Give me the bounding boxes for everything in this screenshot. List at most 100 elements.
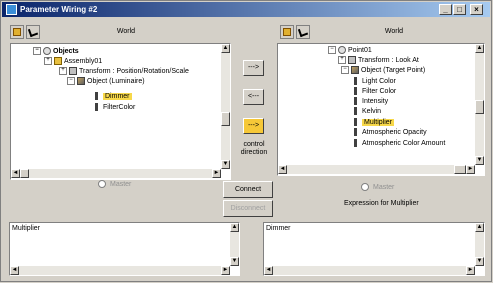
tree-node-label: Assembly01	[64, 58, 103, 65]
expand-icon[interactable]: +	[59, 67, 67, 76]
param-icon	[95, 92, 98, 101]
right-expression-text[interactable]: Dimmer	[266, 225, 291, 232]
scroll-up-icon[interactable]: ▲	[230, 223, 239, 232]
left-pick-icon[interactable]	[26, 25, 40, 39]
radio-icon	[361, 183, 369, 192]
right-pick-icon[interactable]	[296, 25, 310, 39]
left-tree-panel[interactable]: − Objects + Assembly01 + Transform : Position…	[10, 43, 231, 180]
scroll-left-icon[interactable]: ◄	[10, 266, 19, 275]
tree-node[interactable]: − Object (Luminaire)	[67, 77, 145, 87]
param-icon	[354, 118, 357, 127]
left-expression-text[interactable]: Multiplier	[12, 225, 40, 232]
left-expr-vertical-scrollbar[interactable]: ▲ ▼	[230, 223, 239, 266]
tree-node[interactable]: + Transform : Position/Rotation/Scale	[59, 67, 189, 77]
wire-left-button[interactable]: <---	[243, 89, 264, 105]
right-expr-vertical-scrollbar[interactable]: ▲ ▼	[475, 223, 484, 266]
collapse-icon[interactable]: −	[328, 46, 336, 55]
tree-node[interactable]: Filter Color	[352, 87, 396, 97]
tree-node-label: FilterColor	[103, 104, 136, 111]
minimize-button[interactable]: _	[439, 4, 452, 15]
param-icon	[354, 97, 357, 106]
tree-node-label: Atmospheric Color Amount	[362, 140, 446, 147]
left-expr-horizontal-scrollbar[interactable]: ◄ ►	[10, 266, 230, 275]
tree-node[interactable]: + Transform : Look At	[338, 56, 419, 66]
right-vertical-scrollbar[interactable]: ▲ ▼	[475, 44, 484, 165]
scroll-down-icon[interactable]: ▼	[475, 156, 484, 165]
tree-node-label: Object (Target Point)	[361, 67, 426, 74]
tree-node[interactable]: Light Color	[352, 77, 396, 87]
wire-right-button[interactable]: --->	[243, 60, 264, 76]
left-horizontal-scrollbar[interactable]: ◄ ►	[11, 169, 221, 178]
tree-node[interactable]: Multiplier	[352, 118, 395, 128]
param-icon	[95, 103, 98, 112]
tree-node[interactable]: + Assembly01	[44, 57, 102, 67]
tree-node[interactable]: − Point01	[328, 46, 372, 56]
close-button[interactable]: ×	[470, 4, 483, 15]
scroll-thumb[interactable]	[475, 100, 484, 114]
right-master-label: Master	[373, 184, 395, 191]
wire-bidirectional-button[interactable]: --->	[243, 118, 264, 134]
tree-node-label: Atmospheric Opacity	[362, 129, 427, 136]
scroll-up-icon[interactable]: ▲	[221, 44, 230, 53]
tree-node[interactable]: − Object (Target Point)	[341, 66, 425, 76]
tree-node-label: Transform : Look At	[358, 57, 419, 64]
left-world-label: World	[116, 28, 136, 35]
parameter-wiring-window: Parameter Wiring #2 _ □ × World − Objects…	[0, 0, 492, 282]
scroll-left-icon[interactable]: ◄	[264, 266, 273, 275]
tree-node-label: Objects	[53, 48, 79, 55]
tree-node-label: Object (Luminaire)	[87, 78, 145, 85]
right-master-radio[interactable]: Master	[361, 183, 394, 193]
tree-node-label: Point01	[348, 47, 372, 54]
tree-node[interactable]: Atmospheric Color Amount	[352, 139, 445, 149]
left-master-radio[interactable]: Master	[98, 180, 131, 190]
left-folder-icon[interactable]	[10, 25, 24, 39]
tree-node-label: Dimmer	[103, 93, 132, 100]
scroll-right-icon[interactable]: ►	[221, 266, 230, 275]
scroll-right-icon[interactable]: ►	[212, 169, 221, 178]
tree-node[interactable]: FilterColor	[93, 103, 135, 113]
expand-icon[interactable]: +	[338, 56, 346, 65]
right-folder-icon[interactable]	[280, 25, 294, 39]
left-expression-box[interactable]: Multiplier ▲ ▼ ◄ ►	[9, 222, 240, 276]
scroll-up-icon[interactable]: ▲	[475, 44, 484, 53]
collapse-icon[interactable]: −	[341, 66, 349, 75]
scroll-right-icon[interactable]: ►	[466, 266, 475, 275]
collapse-icon[interactable]: −	[33, 47, 41, 56]
connect-button[interactable]: Connect	[223, 181, 273, 198]
scroll-right-icon[interactable]: ►	[466, 165, 475, 174]
scroll-thumb[interactable]	[20, 169, 29, 178]
right-tree-panel[interactable]: − Point01 + Transform : Look At − Object (Tar…	[277, 43, 485, 176]
right-expr-horizontal-scrollbar[interactable]: ◄ ►	[264, 266, 475, 275]
tree-node-label: Intensity	[362, 98, 389, 105]
scroll-left-icon[interactable]: ◄	[278, 165, 287, 174]
right-expression-box[interactable]: Dimmer ▲ ▼ ◄ ►	[263, 222, 485, 276]
param-icon	[354, 77, 357, 86]
collapse-icon[interactable]: −	[67, 77, 75, 86]
scroll-down-icon[interactable]: ▼	[230, 257, 239, 266]
scroll-thumb[interactable]	[454, 165, 466, 174]
tree-node-label: Light Color	[362, 78, 396, 85]
tree-node[interactable]: Intensity	[352, 97, 388, 107]
right-horizontal-scrollbar[interactable]: ◄ ►	[278, 165, 475, 174]
scroll-down-icon[interactable]: ▼	[221, 160, 230, 169]
expand-icon[interactable]: +	[44, 57, 52, 66]
material-icon	[77, 77, 85, 86]
tree-node[interactable]: Kelvin	[352, 107, 381, 117]
group-icon	[54, 57, 62, 66]
tree-node[interactable]: Atmospheric Opacity	[352, 128, 427, 138]
control-direction-label: control direction	[240, 141, 268, 156]
disconnect-button[interactable]: Disconnect	[223, 200, 273, 217]
tree-node[interactable]: − Objects	[33, 47, 79, 57]
param-icon	[354, 107, 357, 116]
param-icon	[354, 128, 357, 137]
left-vertical-scrollbar[interactable]: ▲ ▼	[221, 44, 230, 169]
scroll-up-icon[interactable]: ▲	[475, 223, 484, 232]
maximize-button[interactable]: □	[453, 4, 466, 15]
scroll-left-icon[interactable]: ◄	[11, 169, 20, 178]
tree-node[interactable]: Dimmer	[93, 92, 132, 102]
scroll-thumb[interactable]	[221, 112, 230, 126]
scroll-down-icon[interactable]: ▼	[475, 257, 484, 266]
title-bar[interactable]: Parameter Wiring #2 _ □ ×	[2, 2, 490, 17]
param-icon	[354, 139, 357, 148]
transform-icon	[69, 67, 77, 76]
